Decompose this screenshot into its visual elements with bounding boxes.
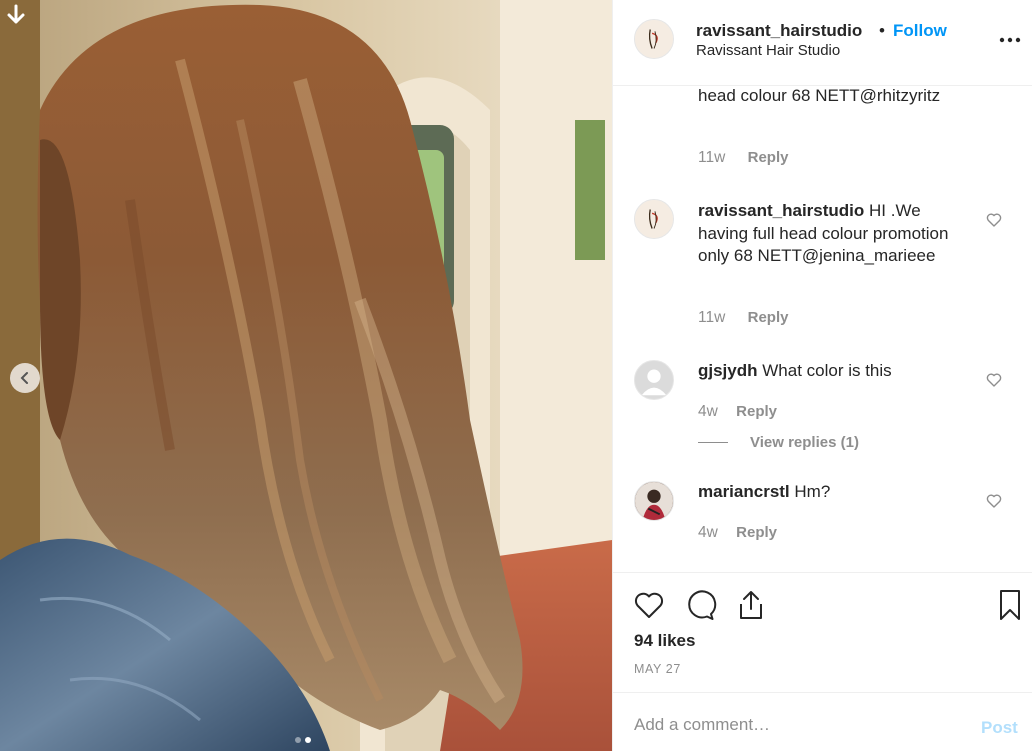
reply-button[interactable]: Reply	[736, 403, 777, 420]
comment-body: gjsjydh What color is this	[698, 360, 968, 383]
comment-username[interactable]: mariancrstl	[698, 482, 790, 501]
reply-button[interactable]: Reply	[736, 524, 777, 541]
hair-photo-image	[0, 0, 612, 751]
comment-time[interactable]: 4w	[698, 524, 718, 541]
share-icon[interactable]	[734, 588, 768, 622]
comment-body: ravissant_hairstudio HI .We having full …	[698, 200, 968, 268]
post-header: ravissant_hairstudio • Follow Ravissant …	[613, 0, 1032, 86]
user-photo-avatar-icon	[635, 482, 673, 520]
comment-time[interactable]: 4w	[698, 403, 718, 420]
carousel-dot-2	[305, 737, 311, 743]
carousel-prev-button[interactable]	[10, 363, 40, 393]
header-username[interactable]: ravissant_hairstudio	[696, 21, 862, 41]
header-location[interactable]: Ravissant Hair Studio	[696, 42, 840, 59]
comment-input[interactable]	[634, 713, 954, 737]
comment-meta: 4w Reply	[698, 403, 777, 421]
studio-logo-icon	[635, 20, 673, 58]
comment-time[interactable]: 11w	[698, 149, 725, 166]
comments-list[interactable]: head colour 68 NETT@rhitzyritz 11w Reply…	[613, 86, 1032, 572]
header-separator: •	[879, 21, 885, 40]
comment-meta: 4w Reply	[698, 524, 777, 542]
profile-avatar[interactable]	[634, 19, 674, 59]
save-bookmark-icon[interactable]	[993, 588, 1027, 622]
post-actions: 94 likes MAY 27	[613, 572, 1032, 692]
carousel-dot-1	[295, 737, 301, 743]
reply-button[interactable]: Reply	[748, 149, 789, 166]
comment-text: head colour 68 NETT@rhitzyritz	[698, 86, 941, 105]
comment-meta: 11w Reply	[698, 149, 788, 167]
comment-like-heart-icon[interactable]	[986, 372, 1002, 388]
comment-body: mariancrstl Hm?	[698, 481, 968, 504]
post-date[interactable]: MAY 27	[634, 662, 681, 676]
more-options-icon[interactable]	[999, 37, 1021, 43]
studio-logo-icon	[635, 200, 673, 238]
like-heart-icon[interactable]	[632, 588, 666, 622]
comment-avatar[interactable]	[634, 481, 674, 521]
comment-text: Hm?	[789, 482, 831, 501]
view-replies-button[interactable]: View replies (1)	[698, 434, 859, 451]
comment-avatar[interactable]	[634, 360, 674, 400]
carousel-indicator	[295, 737, 311, 743]
post-side-panel: ravissant_hairstudio • Follow Ravissant …	[612, 0, 1032, 751]
likes-count[interactable]: 94 likes	[634, 631, 695, 651]
comment-bubble-icon[interactable]	[683, 588, 717, 622]
comment-like-heart-icon[interactable]	[986, 493, 1002, 509]
add-comment-bar: Post	[613, 692, 1032, 751]
reply-button[interactable]: Reply	[748, 309, 789, 326]
comment-username[interactable]: gjsjydh	[698, 361, 758, 380]
default-user-icon	[635, 361, 673, 399]
comment-like-heart-icon[interactable]	[986, 212, 1002, 228]
replies-divider-line	[698, 442, 728, 443]
post-photo[interactable]	[0, 0, 612, 751]
follow-button[interactable]: Follow	[893, 21, 947, 41]
comment-meta: 11w Reply	[698, 309, 788, 327]
comment-username[interactable]: ravissant_hairstudio	[698, 201, 864, 220]
post-comment-button[interactable]: Post	[981, 718, 1018, 738]
comment-avatar[interactable]	[634, 199, 674, 239]
view-replies-label: View replies (1)	[750, 434, 859, 451]
comment-time[interactable]: 11w	[698, 309, 725, 326]
comment-text: What color is this	[757, 361, 892, 380]
chevron-left-icon	[20, 372, 28, 384]
download-arrow-icon[interactable]	[6, 4, 26, 26]
